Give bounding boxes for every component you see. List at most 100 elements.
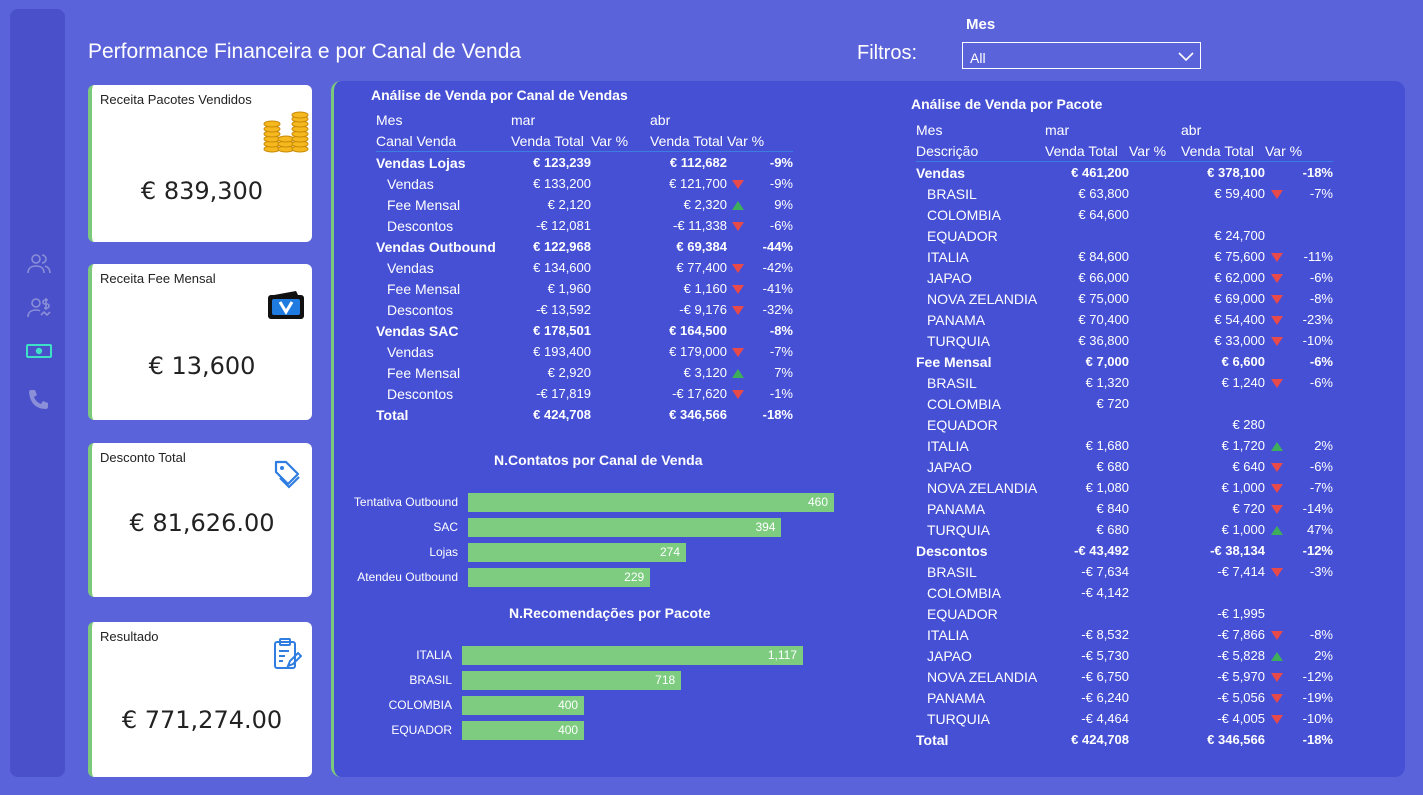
bar[interactable]: 394 xyxy=(468,518,782,537)
money-icon[interactable] xyxy=(26,341,52,361)
bar-category-label: COLOMBIA xyxy=(388,698,452,712)
table-row: TURQUIA -€ 4,464 -€ 4,005 -10% xyxy=(916,708,1333,729)
cell-abr: € 112,682 xyxy=(669,155,727,170)
bar[interactable]: 400 xyxy=(462,696,585,715)
cell-mar: -€ 6,750 xyxy=(1081,669,1129,684)
cell-var: -8% xyxy=(1309,291,1333,306)
table-row: Descontos -€ 17,819 -€ 17,620 -1% xyxy=(376,383,793,404)
bar-row: ITALIA 1,117 xyxy=(340,646,840,665)
cell-mar: € 424,708 xyxy=(1071,732,1129,747)
cell-abr: € 75,600 xyxy=(1214,249,1265,264)
cell-abr: -€ 7,866 xyxy=(1217,627,1265,642)
table-row: COLOMBIA € 720 xyxy=(916,393,1333,414)
card-receita-fee: Receita Fee Mensal € 13,600 xyxy=(88,264,312,420)
bar[interactable]: 229 xyxy=(468,568,651,587)
header-cell xyxy=(591,109,650,130)
row-label: BRASIL xyxy=(927,185,977,202)
row-label: Descontos xyxy=(916,542,988,559)
cell-mar xyxy=(1045,414,1129,435)
cell-abr: € 1,000 xyxy=(1221,522,1265,537)
bar-row: COLOMBIA 400 xyxy=(340,696,840,715)
chevron-down-icon xyxy=(1178,52,1194,62)
cell-var xyxy=(1289,393,1333,414)
cell-var: -18% xyxy=(1302,732,1333,747)
cell-abr: -€ 5,828 xyxy=(1217,648,1265,663)
bar-value-label: 718 xyxy=(655,673,676,687)
trend-down-icon xyxy=(732,285,744,295)
cell-mar: € 84,600 xyxy=(1078,249,1129,264)
bar-category-label: Atendeu Outbound xyxy=(357,570,458,584)
cell-var xyxy=(1289,204,1333,225)
header-cell: Venda Total xyxy=(511,132,584,149)
header-cell: mar xyxy=(1045,121,1070,138)
trend-down-icon xyxy=(1271,694,1283,704)
table-row: EQUADOR -€ 1,995 xyxy=(916,603,1333,624)
cell-mar xyxy=(1045,603,1129,624)
cell-abr: € 62,000 xyxy=(1214,270,1265,285)
coins-icon xyxy=(263,111,309,153)
row-label: Vendas xyxy=(387,343,434,360)
row-label: ITALIA xyxy=(927,626,969,643)
month-filter-label: Mes xyxy=(966,16,996,33)
row-label: Total xyxy=(916,731,949,748)
table-row: Fee Mensal € 2,120 € 2,320 9% xyxy=(376,194,793,215)
header-cell: Var % xyxy=(1265,142,1303,159)
table-row: NOVA ZELANDIA -€ 6,750 -€ 5,970 -12% xyxy=(916,666,1333,687)
cell-var: -10% xyxy=(1302,711,1333,726)
cell-mar: € 123,239 xyxy=(533,155,591,170)
table-row: COLOMBIA -€ 4,142 xyxy=(916,582,1333,603)
row-label: Fee Mensal xyxy=(387,280,461,297)
bar[interactable]: 274 xyxy=(468,543,686,562)
table-row: Vendas € 134,600 € 77,400 -42% xyxy=(376,257,793,278)
card-value: € 13,600 xyxy=(148,352,256,380)
bar-row: Tentativa Outbound 460 xyxy=(340,493,840,512)
bar[interactable]: 1,117 xyxy=(462,646,803,665)
row-label: Total xyxy=(376,406,409,423)
cell-mar: € 66,000 xyxy=(1078,270,1129,285)
cell-var: -8% xyxy=(769,323,793,338)
cell-abr: -€ 5,970 xyxy=(1217,669,1265,684)
table-row: NOVA ZELANDIA € 75,000 € 69,000 -8% xyxy=(916,288,1333,309)
bar-value-label: 274 xyxy=(659,545,680,559)
cell-var: -6% xyxy=(1309,459,1333,474)
table-row: Vendas Outbound € 122,968 € 69,384 -44% xyxy=(376,236,793,257)
cell-mar: € 680 xyxy=(1096,522,1129,537)
trend-down-icon xyxy=(1271,337,1283,347)
header-cell: Var % xyxy=(1129,142,1167,159)
cell-mar: -€ 8,532 xyxy=(1081,627,1129,642)
header-cell: Var % xyxy=(591,132,629,149)
cell-abr: € 33,000 xyxy=(1214,333,1265,348)
cell-var: -44% xyxy=(762,239,793,254)
bar[interactable]: 460 xyxy=(468,493,834,512)
users-icon[interactable] xyxy=(26,251,52,277)
cell-mar: € 2,120 xyxy=(547,197,591,212)
cell-abr xyxy=(1181,582,1265,603)
cell-abr: -€ 5,056 xyxy=(1217,690,1265,705)
month-filter-dropdown[interactable]: All xyxy=(962,42,1201,69)
user-dollar-icon[interactable] xyxy=(26,295,52,321)
cell-var: -10% xyxy=(1302,333,1333,348)
table-row: Total € 424,708 € 346,566 -18% xyxy=(376,404,793,425)
bar[interactable]: 718 xyxy=(462,671,682,690)
cell-abr: € 24,700 xyxy=(1214,228,1265,243)
cell-abr: € 1,240 xyxy=(1221,375,1265,390)
table-row: PANAMA € 70,400 € 54,400 -23% xyxy=(916,309,1333,330)
row-label: JAPAO xyxy=(927,458,972,475)
row-label: Vendas SAC xyxy=(376,322,459,339)
row-label: NOVA ZELANDIA xyxy=(927,479,1038,496)
cell-mar: € 64,600 xyxy=(1078,207,1129,222)
cell-var: -8% xyxy=(1309,627,1333,642)
row-label: EQUADOR xyxy=(927,605,998,622)
cell-abr: -€ 4,005 xyxy=(1217,711,1265,726)
trend-up-icon xyxy=(732,369,744,379)
phone-icon[interactable] xyxy=(26,387,52,413)
table-row: PANAMA -€ 6,240 -€ 5,056 -19% xyxy=(916,687,1333,708)
bar[interactable]: 400 xyxy=(462,721,585,740)
cell-mar: € 1,960 xyxy=(547,281,591,296)
trend-down-icon xyxy=(1271,505,1283,515)
cell-var: -6% xyxy=(769,218,793,233)
bar-value-label: 1,117 xyxy=(767,648,797,662)
cell-var xyxy=(1289,603,1333,624)
row-label: TURQUIA xyxy=(927,521,990,538)
trend-up-icon xyxy=(1271,526,1283,536)
